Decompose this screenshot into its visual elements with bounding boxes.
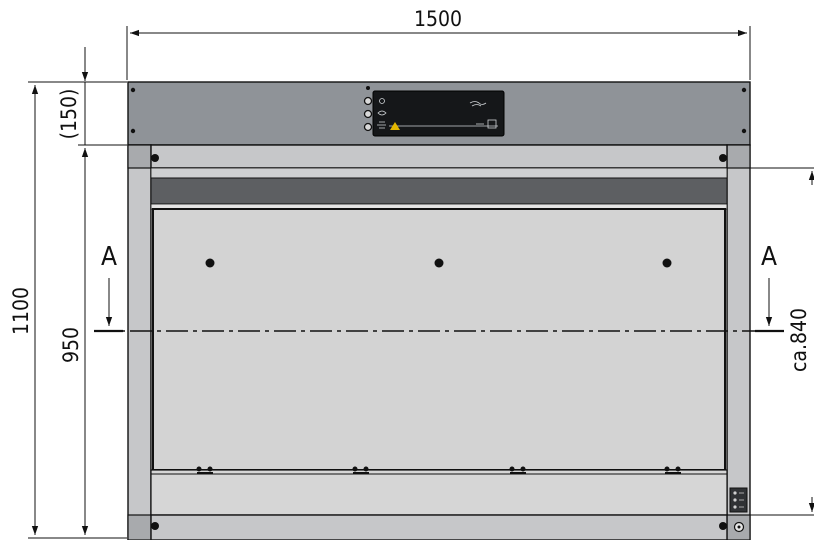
right-post — [726, 144, 751, 540]
socket-icon-3 — [733, 505, 737, 509]
dimension-inner-height-label: 950 — [59, 327, 83, 363]
socket-icon-1 — [733, 491, 737, 495]
dimension-opening-label: ca.840 — [787, 308, 811, 372]
back-panel — [152, 208, 726, 471]
panel-button-1[interactable] — [363, 96, 373, 106]
dimension-total-height-label: 1100 — [9, 287, 33, 335]
dimension-width: 1500 — [126, 7, 751, 80]
section-label-left: A — [101, 242, 117, 272]
panel-button-2[interactable] — [363, 109, 373, 119]
section-label-right: A — [761, 242, 777, 272]
dimension-opening: ca.840 — [750, 167, 814, 516]
control-display — [372, 90, 505, 137]
dimension-width-label: 1500 — [414, 7, 462, 31]
socket-panel — [729, 487, 748, 513]
work-surface — [150, 469, 728, 516]
dimension-top-panel: (150) — [57, 47, 127, 146]
exhaust-band — [150, 177, 728, 205]
panel-button-3[interactable] — [363, 122, 373, 132]
dimension-top-panel-label: (150) — [57, 89, 81, 140]
bottom-rail — [150, 514, 728, 540]
socket-icon-2 — [733, 498, 737, 502]
dimension-inner-height: 950 — [59, 148, 89, 535]
technical-drawing: 1500 1100 (150) 950 ca.840 A A — [9, 7, 814, 540]
top-control-panel — [127, 81, 751, 146]
sash-top-rail — [150, 144, 728, 169]
left-post — [127, 144, 152, 540]
work-chamber — [150, 167, 728, 516]
